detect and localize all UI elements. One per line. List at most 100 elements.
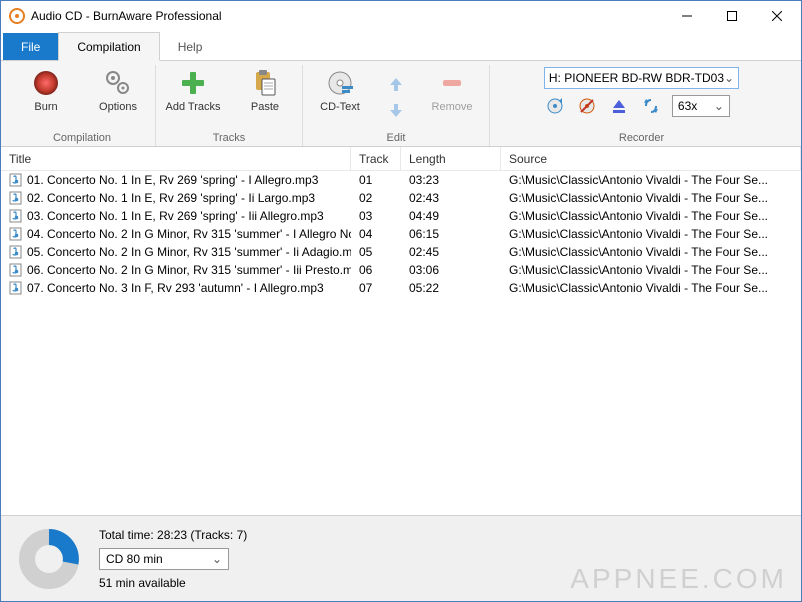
ribbon-group-edit-title: Edit <box>387 129 406 146</box>
ribbon-group-tracks-title: Tracks <box>213 129 246 146</box>
track-number: 07 <box>351 281 401 295</box>
audio-file-icon <box>9 191 23 205</box>
track-number: 06 <box>351 263 401 277</box>
track-number: 03 <box>351 209 401 223</box>
chevron-down-icon: ⌄ <box>714 99 724 113</box>
track-title: 04. Concerto No. 2 In G Minor, Rv 315 's… <box>27 227 351 241</box>
column-track[interactable]: Track <box>351 147 401 170</box>
audio-file-icon <box>9 263 23 277</box>
total-time-label: Total time: 28:23 (Tracks: 7) <box>99 528 247 542</box>
cd-text-icon <box>324 67 356 99</box>
chevron-down-icon: ⌄ <box>724 71 734 85</box>
ribbon-group-recorder: H: PIONEER BD-RW BDR-TD03 ⌄ 63x ⌄ Record… <box>490 65 793 146</box>
track-length: 05:22 <box>401 281 501 295</box>
options-label: Options <box>99 101 137 113</box>
track-number: 05 <box>351 245 401 259</box>
recorder-speed-value: 63x <box>678 99 697 113</box>
ribbon-group-compilation-title: Compilation <box>53 129 111 146</box>
table-row[interactable]: 05. Concerto No. 2 In G Minor, Rv 315 's… <box>1 243 801 261</box>
track-list[interactable]: Title Track Length Source 01. Concerto N… <box>1 147 801 515</box>
menu-compilation[interactable]: Compilation <box>58 32 159 61</box>
track-length: 03:23 <box>401 173 501 187</box>
recorder-settings-button[interactable] <box>640 95 662 117</box>
track-title: 03. Concerto No. 1 In E, Rv 269 'spring'… <box>27 209 324 223</box>
maximize-button[interactable] <box>709 2 754 30</box>
audio-file-icon <box>9 281 23 295</box>
track-length: 06:15 <box>401 227 501 241</box>
track-title: 06. Concerto No. 2 In G Minor, Rv 315 's… <box>27 263 351 277</box>
minimize-button[interactable] <box>664 2 709 30</box>
move-down-button <box>381 98 411 122</box>
arrow-down-icon <box>386 100 406 120</box>
disc-type-value: CD 80 min <box>106 552 163 566</box>
arrow-up-icon <box>386 74 406 94</box>
app-icon <box>9 8 25 24</box>
burn-label: Burn <box>34 101 57 113</box>
menu-help[interactable]: Help <box>160 33 221 60</box>
minus-icon <box>436 67 468 99</box>
column-source[interactable]: Source <box>501 147 801 170</box>
menu-file[interactable]: File <box>3 33 58 60</box>
table-row[interactable]: 07. Concerto No. 3 In F, Rv 293 'autumn'… <box>1 279 801 297</box>
table-row[interactable]: 02. Concerto No. 1 In E, Rv 269 'spring'… <box>1 189 801 207</box>
recorder-speed-select[interactable]: 63x ⌄ <box>672 95 730 117</box>
recorder-erase-button[interactable] <box>576 95 598 117</box>
options-button[interactable]: Options <box>87 65 149 129</box>
table-row[interactable]: 01. Concerto No. 1 In E, Rv 269 'spring'… <box>1 171 801 189</box>
available-label: 51 min available <box>99 576 247 590</box>
close-button[interactable] <box>754 2 799 30</box>
cd-text-label: CD-Text <box>320 101 360 113</box>
chevron-down-icon: ⌄ <box>212 552 222 566</box>
ribbon: Burn Options Compilation Add Tracks Past… <box>1 61 801 147</box>
move-up-button <box>381 72 411 96</box>
track-source: G:\Music\Classic\Antonio Vivaldi - The F… <box>501 209 801 223</box>
track-title: 01. Concerto No. 1 In E, Rv 269 'spring'… <box>27 173 318 187</box>
titlebar: Audio CD - BurnAware Professional <box>1 1 801 31</box>
cd-text-button[interactable]: CD-Text <box>309 65 371 129</box>
track-title: 07. Concerto No. 3 In F, Rv 293 'autumn'… <box>27 281 324 295</box>
paste-button[interactable]: Paste <box>234 65 296 129</box>
ribbon-group-edit: CD-Text Remove Edit <box>303 65 490 146</box>
options-icon <box>102 67 134 99</box>
track-length: 03:06 <box>401 263 501 277</box>
track-title: 02. Concerto No. 1 In E, Rv 269 'spring'… <box>27 191 315 205</box>
track-source: G:\Music\Classic\Antonio Vivaldi - The F… <box>501 227 801 241</box>
paste-label: Paste <box>251 101 279 113</box>
statusbar: Total time: 28:23 (Tracks: 7) CD 80 min … <box>1 515 801 601</box>
track-source: G:\Music\Classic\Antonio Vivaldi - The F… <box>501 245 801 259</box>
list-header: Title Track Length Source <box>1 147 801 171</box>
menubar: File Compilation Help <box>1 31 801 61</box>
burn-icon <box>30 67 62 99</box>
track-title: 05. Concerto No. 2 In G Minor, Rv 315 's… <box>27 245 351 259</box>
window-title: Audio CD - BurnAware Professional <box>31 9 664 23</box>
column-length[interactable]: Length <box>401 147 501 170</box>
recorder-refresh-button[interactable] <box>544 95 566 117</box>
remove-label: Remove <box>432 101 473 113</box>
recorder-eject-button[interactable] <box>608 95 630 117</box>
burn-button[interactable]: Burn <box>15 65 77 129</box>
track-source: G:\Music\Classic\Antonio Vivaldi - The F… <box>501 281 801 295</box>
plus-icon <box>177 67 209 99</box>
paste-icon <box>249 67 281 99</box>
ribbon-group-recorder-title: Recorder <box>619 129 664 146</box>
track-number: 02 <box>351 191 401 205</box>
audio-file-icon <box>9 173 23 187</box>
track-source: G:\Music\Classic\Antonio Vivaldi - The F… <box>501 173 801 187</box>
disc-usage-chart <box>19 529 79 589</box>
audio-file-icon <box>9 227 23 241</box>
watermark: APPNEE.COM <box>570 563 787 595</box>
table-row[interactable]: 03. Concerto No. 1 In E, Rv 269 'spring'… <box>1 207 801 225</box>
disc-type-select[interactable]: CD 80 min ⌄ <box>99 548 229 570</box>
table-row[interactable]: 04. Concerto No. 2 In G Minor, Rv 315 's… <box>1 225 801 243</box>
table-row[interactable]: 06. Concerto No. 2 In G Minor, Rv 315 's… <box>1 261 801 279</box>
track-source: G:\Music\Classic\Antonio Vivaldi - The F… <box>501 263 801 277</box>
recorder-device-value: H: PIONEER BD-RW BDR-TD03 <box>549 71 724 85</box>
ribbon-group-tracks: Add Tracks Paste Tracks <box>156 65 303 146</box>
column-title[interactable]: Title <box>1 147 351 170</box>
add-tracks-button[interactable]: Add Tracks <box>162 65 224 129</box>
track-number: 04 <box>351 227 401 241</box>
track-source: G:\Music\Classic\Antonio Vivaldi - The F… <box>501 191 801 205</box>
remove-button: Remove <box>421 65 483 129</box>
audio-file-icon <box>9 245 23 259</box>
recorder-device-select[interactable]: H: PIONEER BD-RW BDR-TD03 ⌄ <box>544 67 739 89</box>
